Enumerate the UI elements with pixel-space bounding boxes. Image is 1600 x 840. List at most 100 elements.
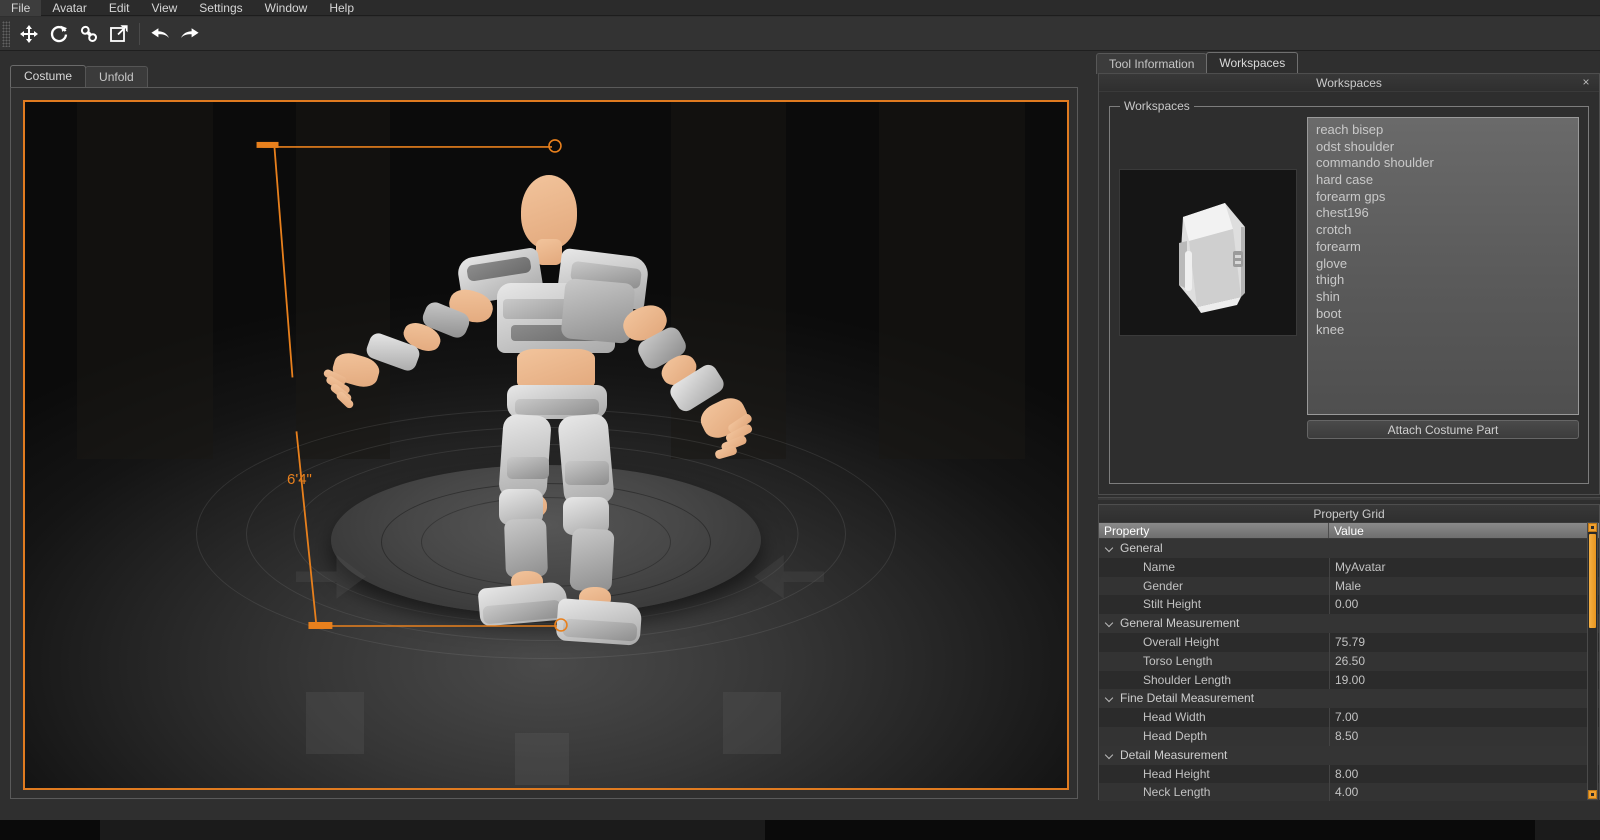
property-name: Torso Length xyxy=(1143,653,1213,668)
table-row[interactable]: Head Width 7.00 xyxy=(1099,708,1599,727)
link-tool[interactable] xyxy=(74,19,104,49)
property-category-row[interactable]: Fine Detail Measurement xyxy=(1099,689,1599,709)
list-item[interactable]: chest196 xyxy=(1316,205,1578,222)
main-toolbar xyxy=(0,17,1600,51)
menu-item-settings[interactable]: Settings xyxy=(188,0,253,16)
table-row[interactable]: Head Height 8.00 xyxy=(1099,764,1599,784)
workspaces-groupbox: Workspaces reach bisep odst shoulder com… xyxy=(1109,99,1589,484)
scrollbar-thumb[interactable] xyxy=(1589,534,1596,628)
property-value xyxy=(1329,614,1599,633)
property-value[interactable]: 26.50 xyxy=(1329,651,1599,671)
tab-costume[interactable]: Costume xyxy=(10,65,87,87)
property-value[interactable]: 7.00 xyxy=(1329,708,1599,727)
undo-button[interactable] xyxy=(145,19,175,49)
bottom-strip-segment xyxy=(100,820,765,840)
menu-item-view[interactable]: View xyxy=(141,0,189,16)
menu-item-window[interactable]: Window xyxy=(254,0,319,16)
list-item[interactable]: crotch xyxy=(1316,222,1578,239)
list-item[interactable]: boot xyxy=(1316,306,1578,323)
list-item[interactable]: commando shoulder xyxy=(1316,155,1578,172)
move-icon xyxy=(20,24,38,43)
property-value[interactable]: 8.50 xyxy=(1329,726,1599,746)
table-row[interactable]: Shoulder Length 19.00 xyxy=(1099,670,1599,690)
workspaces-panel-title-label: Workspaces xyxy=(1316,76,1382,90)
tab-workspaces[interactable]: Workspaces xyxy=(1206,52,1299,74)
chevron-down-icon[interactable] xyxy=(1105,544,1114,553)
list-item[interactable]: hard case xyxy=(1316,172,1578,189)
property-name: Head Depth xyxy=(1143,728,1208,743)
right-dock-panel: Tool Information Workspaces Workspaces ×… xyxy=(1088,52,1600,801)
property-category-row[interactable]: General Measurement xyxy=(1099,614,1599,633)
menu-item-avatar[interactable]: Avatar xyxy=(41,0,97,16)
scrollbar-down-handle[interactable] xyxy=(1588,790,1597,799)
table-row[interactable]: Name MyAvatar xyxy=(1099,557,1599,577)
property-value[interactable]: 8.00 xyxy=(1329,764,1599,784)
chevron-down-icon[interactable] xyxy=(1105,751,1114,760)
application-window: File Avatar Edit View Settings Window He… xyxy=(0,0,1600,840)
list-item[interactable]: odst shoulder xyxy=(1316,139,1578,156)
panel-splitter[interactable] xyxy=(1098,497,1600,500)
property-name: Shoulder Length xyxy=(1143,672,1232,687)
undo-icon xyxy=(151,27,169,38)
property-name: General Measurement xyxy=(1120,616,1240,631)
menu-item-help[interactable]: Help xyxy=(318,0,365,16)
workspaces-list[interactable]: reach bisep odst shoulder commando shoul… xyxy=(1307,117,1579,415)
bottom-strip-segment xyxy=(1535,820,1600,840)
property-category-row[interactable]: General xyxy=(1099,539,1599,558)
menu-item-file[interactable]: File xyxy=(0,0,42,16)
avatar-character-model[interactable] xyxy=(322,157,761,788)
attach-costume-part-button[interactable]: Attach Costume Part xyxy=(1307,420,1579,439)
redo-button[interactable] xyxy=(175,19,205,49)
table-row[interactable]: Stilt Height 0.00 xyxy=(1099,595,1599,615)
property-value[interactable]: 0.00 xyxy=(1329,595,1599,615)
move-tool[interactable] xyxy=(14,19,44,49)
list-item[interactable]: glove xyxy=(1316,256,1578,273)
property-grid-header: Property Value xyxy=(1099,523,1599,539)
column-header-value[interactable]: Value xyxy=(1329,523,1599,538)
property-name: Overall Height xyxy=(1143,634,1220,649)
property-name: Name xyxy=(1143,559,1176,574)
table-row[interactable]: Neck Length 4.00 xyxy=(1099,783,1599,801)
column-header-property[interactable]: Property xyxy=(1099,523,1329,538)
armor-part-thumbnail-icon xyxy=(1179,202,1245,313)
table-row[interactable]: Torso Length 26.50 xyxy=(1099,651,1599,671)
property-grid-rows: General Name MyAvatar Gender Male Stilt … xyxy=(1099,539,1599,801)
property-value[interactable]: Male xyxy=(1329,576,1599,596)
list-item[interactable]: reach bisep xyxy=(1316,122,1578,139)
property-value xyxy=(1329,539,1599,558)
list-item[interactable]: shin xyxy=(1316,289,1578,306)
property-value[interactable]: 75.79 xyxy=(1329,632,1599,652)
link-icon xyxy=(80,25,98,42)
property-grid-scrollbar[interactable] xyxy=(1587,522,1598,800)
property-value[interactable]: MyAvatar xyxy=(1329,557,1599,577)
table-row[interactable]: Head Depth 8.50 xyxy=(1099,726,1599,746)
list-item[interactable]: thigh xyxy=(1316,272,1578,289)
property-value[interactable]: 19.00 xyxy=(1329,670,1599,690)
property-category-row[interactable]: Detail Measurement xyxy=(1099,745,1599,765)
property-value xyxy=(1329,689,1599,708)
scrollbar-up-handle[interactable] xyxy=(1588,523,1597,532)
menu-item-edit[interactable]: Edit xyxy=(98,0,141,16)
property-name: Head Height xyxy=(1143,766,1210,781)
chevron-down-icon[interactable] xyxy=(1105,619,1114,628)
property-value[interactable]: 4.00 xyxy=(1329,783,1599,801)
list-item[interactable]: knee xyxy=(1316,322,1578,339)
viewport-frame: 6'4" xyxy=(10,87,1078,799)
menu-bar: File Avatar Edit View Settings Window He… xyxy=(0,0,1600,16)
tab-unfold[interactable]: Unfold xyxy=(85,66,148,87)
rotate-tool[interactable] xyxy=(44,19,74,49)
close-icon[interactable]: × xyxy=(1579,75,1593,89)
table-row[interactable]: Overall Height 75.79 xyxy=(1099,632,1599,652)
costume-part-preview[interactable] xyxy=(1119,169,1297,336)
toolbar-grip[interactable] xyxy=(2,20,10,47)
tab-tool-information[interactable]: Tool Information xyxy=(1096,53,1208,74)
list-item[interactable]: forearm xyxy=(1316,239,1578,256)
right-tab-bar: Tool Information Workspaces xyxy=(1096,52,1299,74)
scale-tool[interactable] xyxy=(104,19,134,49)
workspaces-groupbox-legend: Workspaces xyxy=(1120,99,1194,113)
chevron-down-icon[interactable] xyxy=(1105,694,1114,703)
property-name: General xyxy=(1120,541,1163,555)
table-row[interactable]: Gender Male xyxy=(1099,576,1599,596)
viewport-3d[interactable]: 6'4" xyxy=(23,100,1069,790)
list-item[interactable]: forearm gps xyxy=(1316,189,1578,206)
